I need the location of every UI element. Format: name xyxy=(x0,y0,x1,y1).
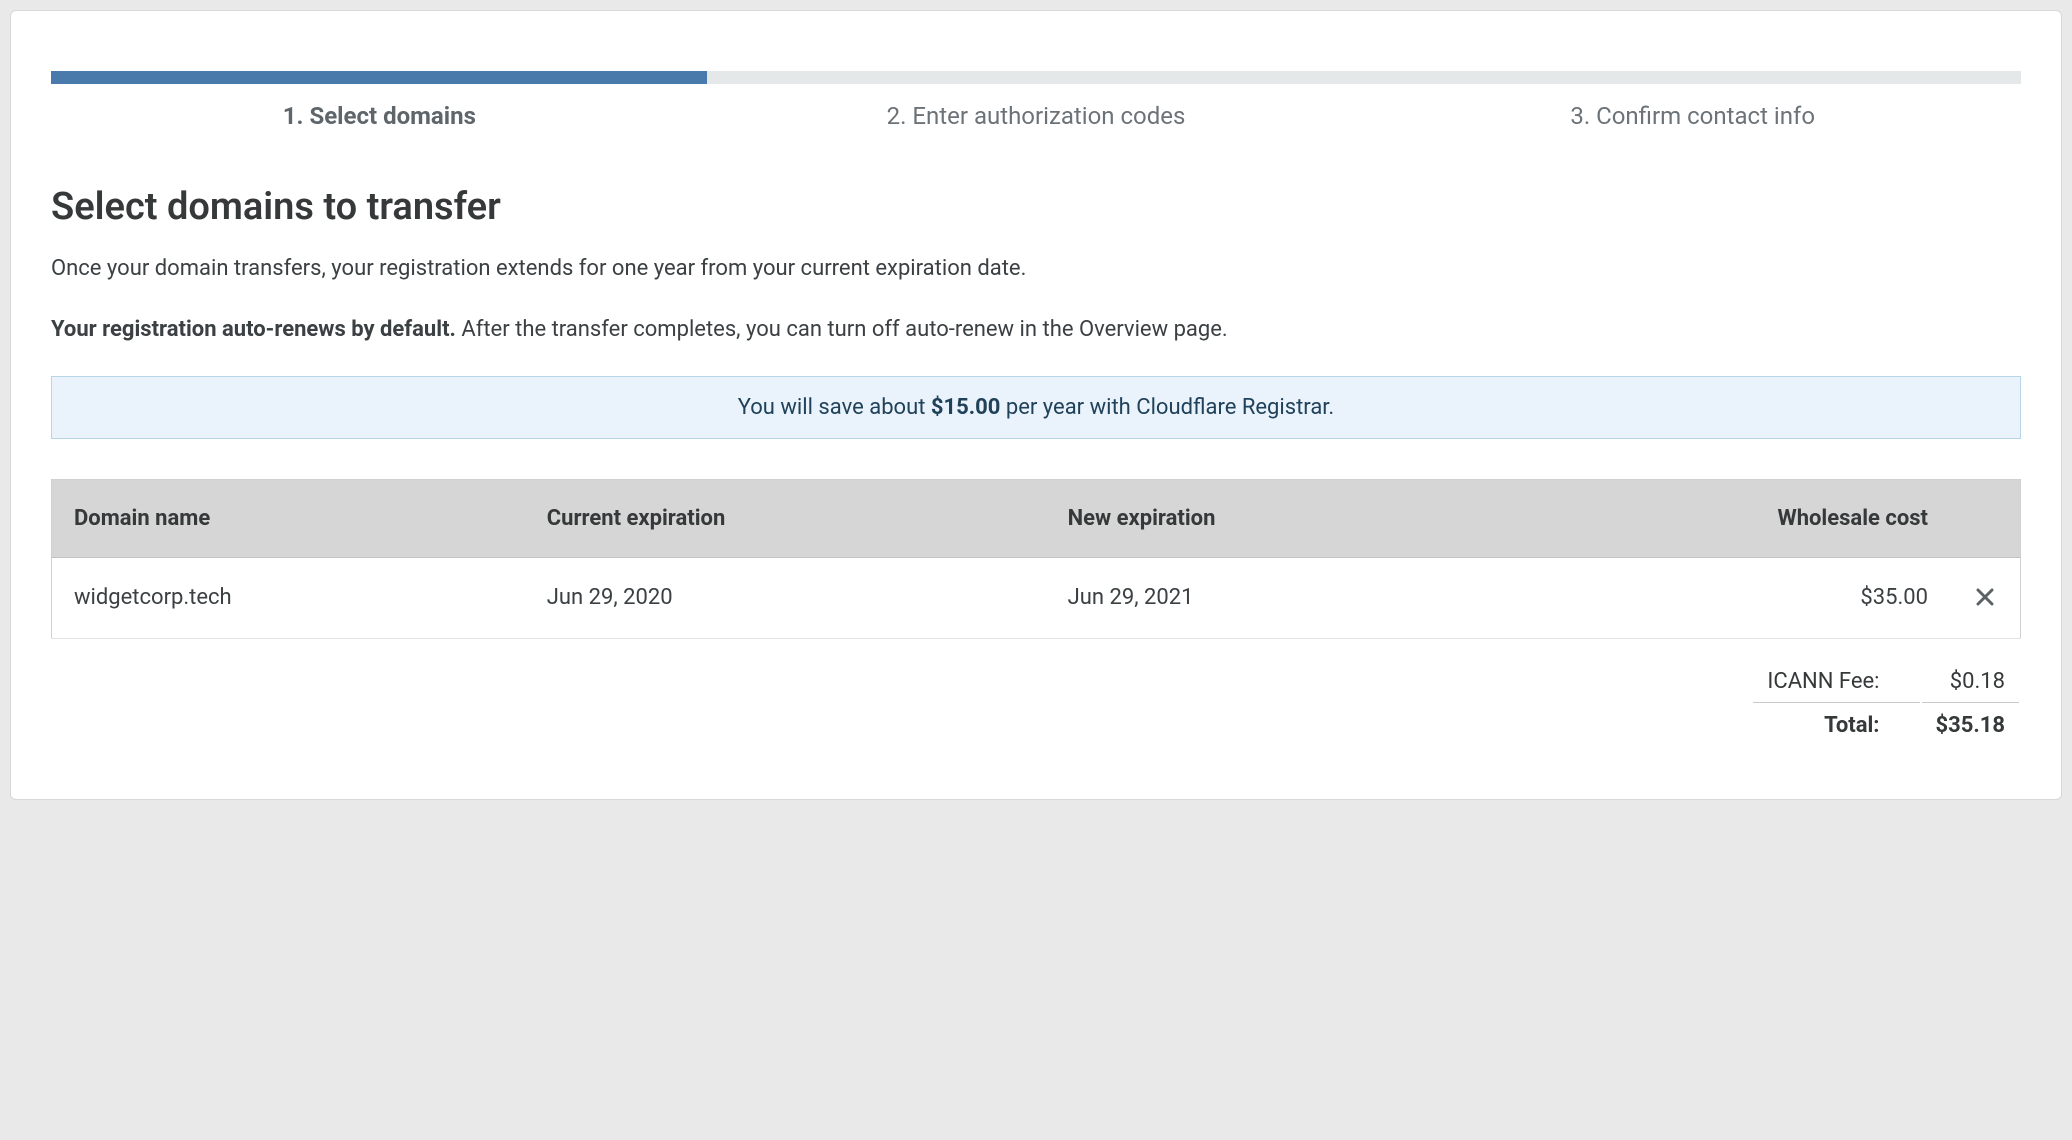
progress-bar xyxy=(51,71,2021,84)
step-confirm-contact[interactable]: 3. Confirm contact info xyxy=(1364,102,2021,130)
domains-table: Domain name Current expiration New expir… xyxy=(51,479,2021,639)
lead-text-1: Once your domain transfers, your registr… xyxy=(51,254,2021,285)
step-select-domains[interactable]: 1. Select domains xyxy=(51,102,708,130)
cell-new-expiration: Jun 29, 2021 xyxy=(1046,557,1495,638)
page-title: Select domains to transfer xyxy=(51,185,2021,229)
total-row: Total: $35.18 xyxy=(1753,705,2019,746)
close-icon xyxy=(1976,588,1994,606)
step-enter-auth-codes[interactable]: 2. Enter authorization codes xyxy=(708,102,1365,130)
total-value: $35.18 xyxy=(1922,705,2020,746)
col-domain-name: Domain name xyxy=(52,479,525,557)
icann-fee-row: ICANN Fee: $0.18 xyxy=(1753,661,2019,703)
icann-fee-label: ICANN Fee: xyxy=(1753,661,1919,703)
lead-text-2-bold: Your registration auto-renews by default… xyxy=(51,317,456,342)
col-current-expiration: Current expiration xyxy=(525,479,1046,557)
lead-text-2-rest: After the transfer completes, you can tu… xyxy=(456,317,1228,342)
cell-current-expiration: Jun 29, 2020 xyxy=(525,557,1046,638)
icann-fee-value: $0.18 xyxy=(1922,661,2020,703)
table-header-row: Domain name Current expiration New expir… xyxy=(52,479,2021,557)
remove-domain-button[interactable] xyxy=(1972,584,1998,610)
lead-text-2: Your registration auto-renews by default… xyxy=(51,315,2021,346)
progress-fill xyxy=(51,71,707,84)
table-row: widgetcorp.tech Jun 29, 2020 Jun 29, 202… xyxy=(52,557,2021,638)
wizard-steps: 1. Select domains 2. Enter authorization… xyxy=(51,102,2021,130)
savings-banner: You will save about $15.00 per year with… xyxy=(51,376,2021,439)
col-remove xyxy=(1950,479,2021,557)
transfer-wizard-card: 1. Select domains 2. Enter authorization… xyxy=(10,10,2062,800)
savings-post: per year with Cloudflare Registrar. xyxy=(1000,395,1334,420)
totals-section: ICANN Fee: $0.18 Total: $35.18 xyxy=(51,659,2021,748)
total-label: Total: xyxy=(1753,705,1919,746)
savings-pre: You will save about xyxy=(738,395,931,420)
col-wholesale-cost: Wholesale cost xyxy=(1495,479,1950,557)
cell-wholesale-cost: $35.00 xyxy=(1495,557,1950,638)
savings-amount: $15.00 xyxy=(931,395,1001,420)
col-new-expiration: New expiration xyxy=(1046,479,1495,557)
cell-domain-name: widgetcorp.tech xyxy=(52,557,525,638)
